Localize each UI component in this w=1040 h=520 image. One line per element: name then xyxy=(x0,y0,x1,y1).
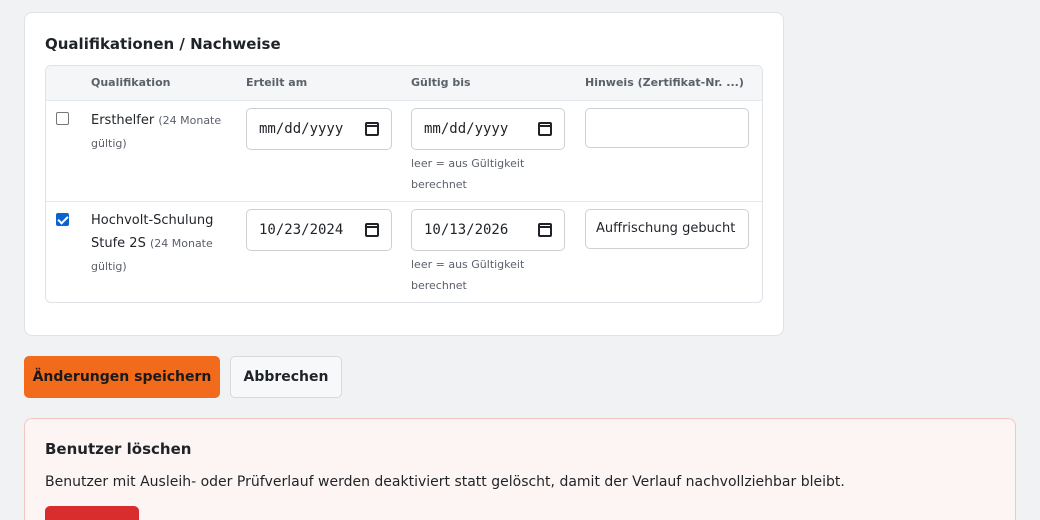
calendar-icon[interactable] xyxy=(538,122,552,136)
qualification-checkbox-ersthelfer[interactable] xyxy=(56,112,69,125)
qualification-label: Ersthelfer xyxy=(91,113,155,128)
calendar-icon[interactable] xyxy=(538,223,552,237)
certificate-note-input[interactable] xyxy=(585,108,749,148)
delete-user-button[interactable] xyxy=(45,506,139,520)
column-header-qualification: Qualifikation xyxy=(91,76,171,89)
column-header-issued: Erteilt am xyxy=(246,76,308,89)
issued-date-value: mm/dd/yyyy xyxy=(259,121,344,137)
calendar-icon[interactable] xyxy=(365,223,379,237)
qualification-checkbox-hochvolt[interactable] xyxy=(56,213,69,226)
table-row: Hochvolt-Schulung Stufe 2S (24 Monate gü… xyxy=(46,202,762,302)
table-row: Ersthelfer (24 Monate gültig) mm/dd/yyyy… xyxy=(46,101,762,202)
calendar-icon[interactable] xyxy=(365,122,379,136)
valid-until-hint: leer = aus Gültigkeit berechnet xyxy=(411,157,525,191)
qualification-name: Hochvolt-Schulung Stufe 2S (24 Monate gü… xyxy=(91,209,241,278)
delete-user-section: Benutzer löschen Benutzer mit Ausleih- o… xyxy=(24,418,1016,520)
qualification-name: Ersthelfer (24 Monate gültig) xyxy=(91,109,241,155)
qualifications-table: Qualifikation Erteilt am Gültig bis Hinw… xyxy=(45,65,763,303)
valid-until-date-value: mm/dd/yyyy xyxy=(424,121,509,137)
valid-until-hint: leer = aus Gültigkeit berechnet xyxy=(411,258,525,292)
column-header-valid-until: Gültig bis xyxy=(411,76,471,89)
delete-user-title: Benutzer löschen xyxy=(45,440,192,458)
issued-date-input[interactable]: mm/dd/yyyy xyxy=(246,108,392,150)
cancel-button[interactable]: Abbrechen xyxy=(230,356,342,398)
save-button[interactable]: Änderungen speichern xyxy=(24,356,220,398)
valid-until-date-input[interactable]: mm/dd/yyyy xyxy=(411,108,565,150)
column-header-note: Hinweis (Zertifikat-Nr. ...) xyxy=(585,76,744,89)
valid-until-date-input[interactable]: 10/13/2026 xyxy=(411,209,565,251)
issued-date-input[interactable]: 10/23/2024 xyxy=(246,209,392,251)
table-header: Qualifikation Erteilt am Gültig bis Hinw… xyxy=(46,66,762,101)
certificate-note-input[interactable]: Auffrischung gebucht xyxy=(585,209,749,249)
delete-user-description: Benutzer mit Ausleih- oder Prüfverlauf w… xyxy=(45,474,845,490)
valid-until-date-value: 10/13/2026 xyxy=(424,222,509,238)
qualifications-title: Qualifikationen / Nachweise xyxy=(45,35,281,53)
issued-date-value: 10/23/2024 xyxy=(259,222,344,238)
qualifications-card: Qualifikationen / Nachweise Qualifikatio… xyxy=(24,12,784,336)
